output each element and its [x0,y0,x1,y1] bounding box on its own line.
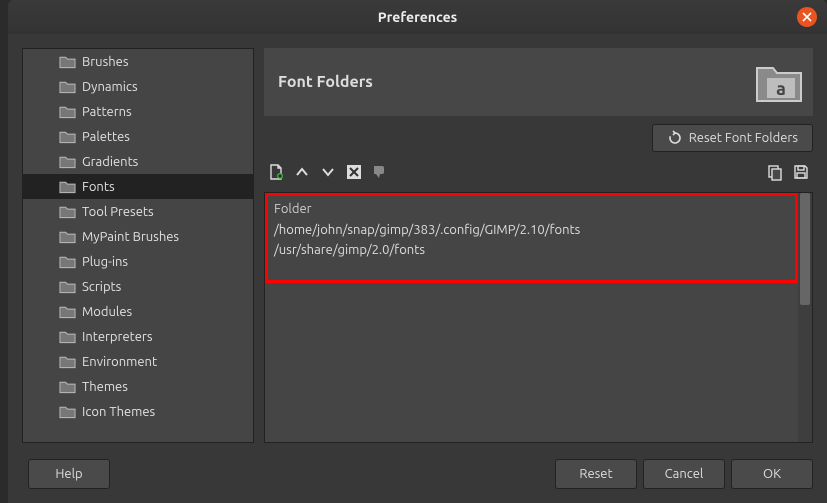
folder-row[interactable]: /home/john/snap/gimp/383/.config/GIMP/2.… [274,220,789,240]
folder-row[interactable]: /usr/share/gimp/2.0/fonts [274,240,789,260]
panel-header: Font Folders a [264,48,813,116]
sidebar-item-mypaint-brushes[interactable]: MyPaint Brushes [23,224,253,249]
sidebar-item-label: Fonts [82,180,115,194]
sidebar-item-environment[interactable]: Environment [23,349,253,374]
chevron-up-icon [293,163,311,181]
folder-column-header[interactable]: Folder [274,198,789,220]
new-document-icon [267,163,285,181]
ok-label: OK [763,467,781,481]
save-icon [792,163,810,181]
reset-font-folders-button[interactable]: Reset Font Folders [652,124,813,152]
content-area: Brushes Dynamics Patterns Palettes Gradients… [8,34,827,447]
sidebar-item-label: Scripts [82,280,121,294]
reset-font-folders-label: Reset Font Folders [689,131,798,145]
main-panel: Font Folders a Reset Font Folders [254,48,813,443]
sidebar-item-dynamics[interactable]: Dynamics [23,74,253,99]
reset-row: Reset Font Folders [264,124,813,152]
ok-button[interactable]: OK [731,459,813,489]
folder-list-content: Folder /home/john/snap/gimp/383/.config/… [265,193,798,442]
scrollbar-thumb[interactable] [800,193,810,305]
sidebar-item-scripts[interactable]: Scripts [23,274,253,299]
fonts-folder-icon: a [753,56,805,108]
sidebar-item-modules[interactable]: Modules [23,299,253,324]
delete-folder-button[interactable] [342,160,366,184]
move-down-button[interactable] [316,160,340,184]
cancel-button[interactable]: Cancel [643,459,725,489]
folder-list-highlight: Folder /home/john/snap/gimp/383/.config/… [265,193,798,283]
sidebar-item-label: Gradients [82,155,138,169]
window-title: Preferences [378,9,458,25]
thumbs-down-icon [371,163,389,181]
panel-title: Font Folders [278,73,373,91]
sidebar-item-themes[interactable]: Themes [23,374,253,399]
sidebar-item-label: Modules [82,305,132,319]
sidebar-item-label: Environment [82,355,157,369]
sidebar-item-palettes[interactable]: Palettes [23,124,253,149]
copy-icon [766,163,784,181]
sidebar-item-plug-ins[interactable]: Plug-ins [23,249,253,274]
browse-folder-button[interactable] [789,160,813,184]
sidebar-item-fonts[interactable]: Fonts [23,174,253,199]
sidebar-item-label: Icon Themes [82,405,155,419]
sidebar-item-gradients[interactable]: Gradients [23,149,253,174]
sidebar-item-label: MyPaint Brushes [82,230,179,244]
sidebar-item-label: Palettes [82,130,130,144]
preferences-tree[interactable]: Brushes Dynamics Patterns Palettes Gradients… [22,48,254,443]
folder-list-scrollbar[interactable] [798,193,812,442]
help-label: Help [55,467,82,481]
sidebar-item-patterns[interactable]: Patterns [23,99,253,124]
copy-path-button[interactable] [763,160,787,184]
sidebar-item-label: Brushes [82,55,129,69]
move-up-button[interactable] [290,160,314,184]
reset-button[interactable]: Reset [555,459,637,489]
thumbs-down-button[interactable] [368,160,392,184]
titlebar: Preferences [8,0,827,34]
help-button[interactable]: Help [28,459,110,489]
preferences-window: Preferences Brushes Dynamics Patterns Palet… [8,0,827,503]
sidebar-item-label: Dynamics [82,80,138,94]
delete-icon [345,163,363,181]
new-folder-button[interactable] [264,160,288,184]
sidebar-item-brushes[interactable]: Brushes [23,49,253,74]
chevron-down-icon [319,163,337,181]
close-button[interactable] [797,7,817,27]
svg-text:a: a [776,79,786,99]
sidebar-item-icon-themes[interactable]: Icon Themes [23,399,253,424]
sidebar-item-label: Interpreters [82,330,152,344]
sidebar-item-label: Plug-ins [82,255,128,269]
sidebar-item-interpreters[interactable]: Interpreters [23,324,253,349]
sidebar-item-tool-presets[interactable]: Tool Presets [23,199,253,224]
sidebar-item-label: Themes [82,380,128,394]
sidebar-item-label: Patterns [82,105,132,119]
reset-label: Reset [579,467,612,481]
dialog-footer: Help Reset Cancel OK [8,447,827,503]
folder-toolbar [264,160,813,184]
close-icon [802,12,812,22]
folder-list-area: Folder /home/john/snap/gimp/383/.config/… [264,192,813,443]
reset-icon [667,130,683,146]
cancel-label: Cancel [665,467,704,481]
sidebar-item-label: Tool Presets [82,205,154,219]
